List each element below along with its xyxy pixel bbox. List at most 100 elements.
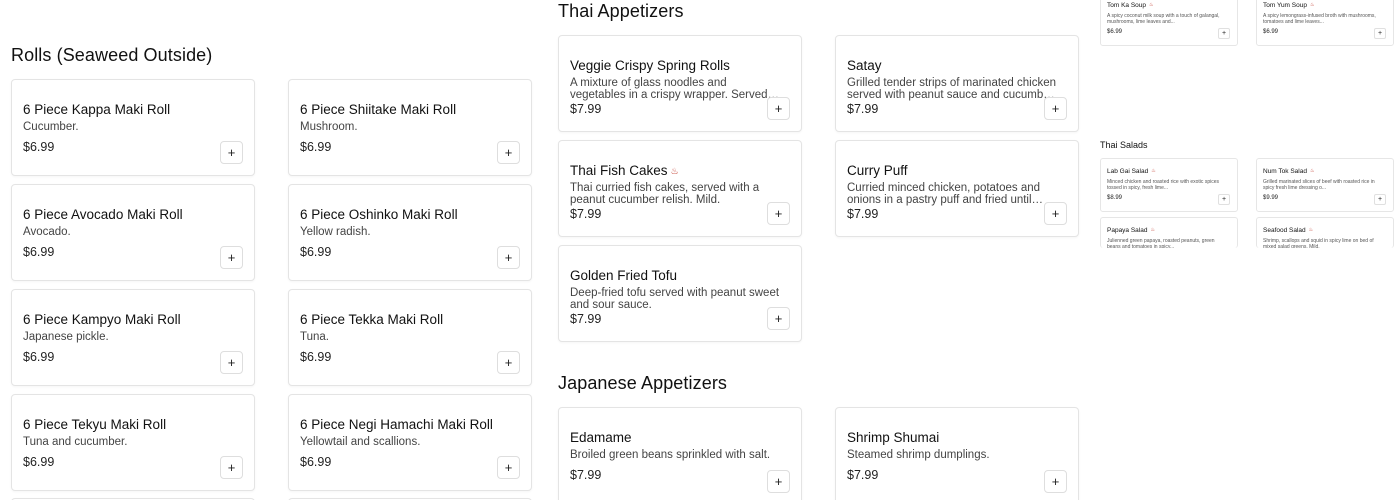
item-price: $6.99 xyxy=(23,350,55,364)
menu-item-card[interactable]: Shrimp Shumai Steamed shrimp dumplings. … xyxy=(835,407,1079,500)
plus-icon: + xyxy=(227,145,236,160)
spicy-chili-icon: ♨ xyxy=(1309,168,1315,174)
add-to-cart-button[interactable]: + xyxy=(767,202,790,225)
item-description: Japanese pickle. xyxy=(23,331,109,343)
item-price: $6.99 xyxy=(23,245,55,259)
menu-item-card[interactable]: 6 Piece Kappa Maki Roll Cucumber. $6.99 … xyxy=(11,79,255,176)
item-name: Tom Ka Soup ♨ xyxy=(1107,2,1154,9)
plus-icon: + xyxy=(774,101,783,116)
menu-item-card[interactable]: Satay Grilled tender strips of marinated… xyxy=(835,35,1079,132)
item-description: Thai curried fish cakes, served with a p… xyxy=(570,182,760,206)
plus-icon: + xyxy=(1051,206,1060,221)
menu-item-card[interactable]: 6 Piece Shiitake Maki Roll Mushroom. $6.… xyxy=(288,79,532,176)
item-description: A spicy coconut milk soup with a touch o… xyxy=(1107,13,1220,25)
menu-item-card[interactable]: Tom Yum Soup ♨ A spicy lemongrass-infused… xyxy=(1256,0,1394,46)
item-name: Satay xyxy=(847,58,882,73)
menu-item-card[interactable]: 6 Piece Oshinko Maki Roll Yellow radish.… xyxy=(288,184,532,281)
menu-item-card[interactable]: 6 Piece Avocado Maki Roll Avocado. $6.99… xyxy=(11,184,255,281)
menu-item-card[interactable]: Golden Fried Tofu Deep-fried tofu served… xyxy=(558,245,802,342)
add-to-cart-button[interactable]: + xyxy=(1044,470,1067,493)
item-description: Cucumber. xyxy=(23,121,79,133)
menu-item-card[interactable]: 6 Piece Negi Hamachi Maki Roll Yellowtai… xyxy=(288,394,532,491)
item-description: A spicy lemongrass-infused broth with mu… xyxy=(1263,13,1376,25)
add-to-cart-button[interactable]: + xyxy=(1044,202,1067,225)
item-description: Avocado. xyxy=(23,226,71,238)
plus-icon: + xyxy=(504,460,513,475)
section-title-thai-appetizers: Thai Appetizers xyxy=(558,1,684,21)
item-description: A mixture of glass noodles and vegetable… xyxy=(570,77,768,101)
item-name: Golden Fried Tofu xyxy=(570,268,678,283)
menu-item-card[interactable]: Tom Ka Soup ♨ A spicy coconut milk soup w… xyxy=(1100,0,1238,46)
item-description: Tuna and cucumber. xyxy=(23,436,128,448)
add-to-cart-button[interactable]: + xyxy=(1218,194,1230,205)
item-name: Veggie Crispy Spring Rolls xyxy=(570,58,730,73)
spicy-chili-icon: ♨ xyxy=(670,166,679,176)
menu-item-card[interactable]: 6 Piece Tekka Maki Roll Tuna. $6.99 + xyxy=(288,289,532,386)
menu-item-card[interactable]: Num Tok Salad ♨ Grilled marinated slices … xyxy=(1256,158,1394,212)
item-price: $6.99 xyxy=(300,350,332,364)
plus-icon: + xyxy=(1377,30,1383,37)
item-name: Shrimp Shumai xyxy=(847,430,940,445)
item-name: 6 Piece Kappa Maki Roll xyxy=(23,102,171,117)
item-name: Lab Gai Salad ♨ xyxy=(1107,168,1156,175)
item-price: $7.99 xyxy=(570,468,602,482)
menu-item-card[interactable]: 6 Piece Tekyu Maki Roll Tuna and cucumbe… xyxy=(11,394,255,491)
item-description: Mushroom. xyxy=(300,121,358,133)
item-name: Seafood Salad ♨ xyxy=(1263,227,1314,234)
plus-icon: + xyxy=(774,311,783,326)
menu-item-card[interactable]: Papaya Salad ♨ Julienned green papaya, ro… xyxy=(1100,217,1238,248)
plus-icon: + xyxy=(227,250,236,265)
plus-icon: + xyxy=(227,355,236,370)
item-price: $8.99 xyxy=(1107,195,1123,201)
plus-icon: + xyxy=(1377,196,1383,203)
plus-icon: + xyxy=(774,474,783,489)
item-price: $9.99 xyxy=(1263,195,1279,201)
plus-icon: + xyxy=(504,145,513,160)
add-to-cart-button[interactable]: + xyxy=(497,246,520,269)
add-to-cart-button[interactable]: + xyxy=(220,351,243,374)
item-name: 6 Piece Tekyu Maki Roll xyxy=(23,417,167,432)
section-title-rolls: Rolls (Seaweed Outside) xyxy=(11,45,213,65)
menu-item-card[interactable]: Seafood Salad ♨ Shrimp, scallops and squi… xyxy=(1256,217,1394,248)
item-name: Thai Fish Cakes ♨ xyxy=(570,163,679,178)
add-to-cart-button[interactable]: + xyxy=(220,141,243,164)
item-description: Shrimp, scallops and squid in spicy lime… xyxy=(1263,238,1374,248)
add-to-cart-button[interactable]: + xyxy=(1218,28,1230,39)
add-to-cart-button[interactable]: + xyxy=(767,470,790,493)
add-to-cart-button[interactable]: + xyxy=(1374,194,1386,205)
item-price: $7.99 xyxy=(570,102,602,116)
spicy-chili-icon: ♨ xyxy=(1149,2,1154,8)
menu-item-card[interactable]: Edamame Broiled green beans sprinkled wi… xyxy=(558,407,802,500)
plus-icon: + xyxy=(1221,30,1227,37)
add-to-cart-button[interactable]: + xyxy=(767,307,790,330)
add-to-cart-button[interactable]: + xyxy=(497,351,520,374)
add-to-cart-button[interactable]: + xyxy=(767,97,790,120)
add-to-cart-button[interactable]: + xyxy=(1044,97,1067,120)
add-to-cart-button[interactable]: + xyxy=(220,456,243,479)
menu-item-card[interactable]: Curry Puff Curried minced chicken, potat… xyxy=(835,140,1079,237)
item-name: Papaya Salad ♨ xyxy=(1107,227,1155,234)
menu-item-card[interactable]: Thai Fish Cakes ♨ Thai curried fish cakes… xyxy=(558,140,802,237)
menu-item-card[interactable]: 6 Piece Kampyo Maki Roll Japanese pickle… xyxy=(11,289,255,386)
add-to-cart-button[interactable]: + xyxy=(1374,28,1386,39)
item-price: $7.99 xyxy=(570,312,602,326)
spicy-chili-icon: ♨ xyxy=(1308,227,1314,233)
item-price: $7.99 xyxy=(847,207,879,221)
item-name: 6 Piece Negi Hamachi Maki Roll xyxy=(300,417,493,432)
spicy-chili-icon: ♨ xyxy=(1309,2,1315,8)
plus-icon: + xyxy=(227,460,236,475)
menu-item-card[interactable]: Lab Gai Salad ♨ Minced chicken and roaste… xyxy=(1100,158,1238,212)
item-name: Num Tok Salad ♨ xyxy=(1263,168,1315,175)
menu-item-card[interactable]: Veggie Crispy Spring Rolls A mixture of … xyxy=(558,35,802,132)
item-price: $7.99 xyxy=(570,207,602,221)
item-price: $6.99 xyxy=(1263,29,1279,35)
add-to-cart-button[interactable]: + xyxy=(220,246,243,269)
add-to-cart-button[interactable]: + xyxy=(497,141,520,164)
add-to-cart-button[interactable]: + xyxy=(497,456,520,479)
item-name: Edamame xyxy=(570,430,632,445)
item-price: $6.99 xyxy=(1107,29,1123,35)
item-price: $6.99 xyxy=(300,455,332,469)
item-price: $6.99 xyxy=(23,455,55,469)
item-description: Deep-fried tofu served with peanut sweet… xyxy=(570,287,780,311)
item-name: 6 Piece Avocado Maki Roll xyxy=(23,207,183,222)
